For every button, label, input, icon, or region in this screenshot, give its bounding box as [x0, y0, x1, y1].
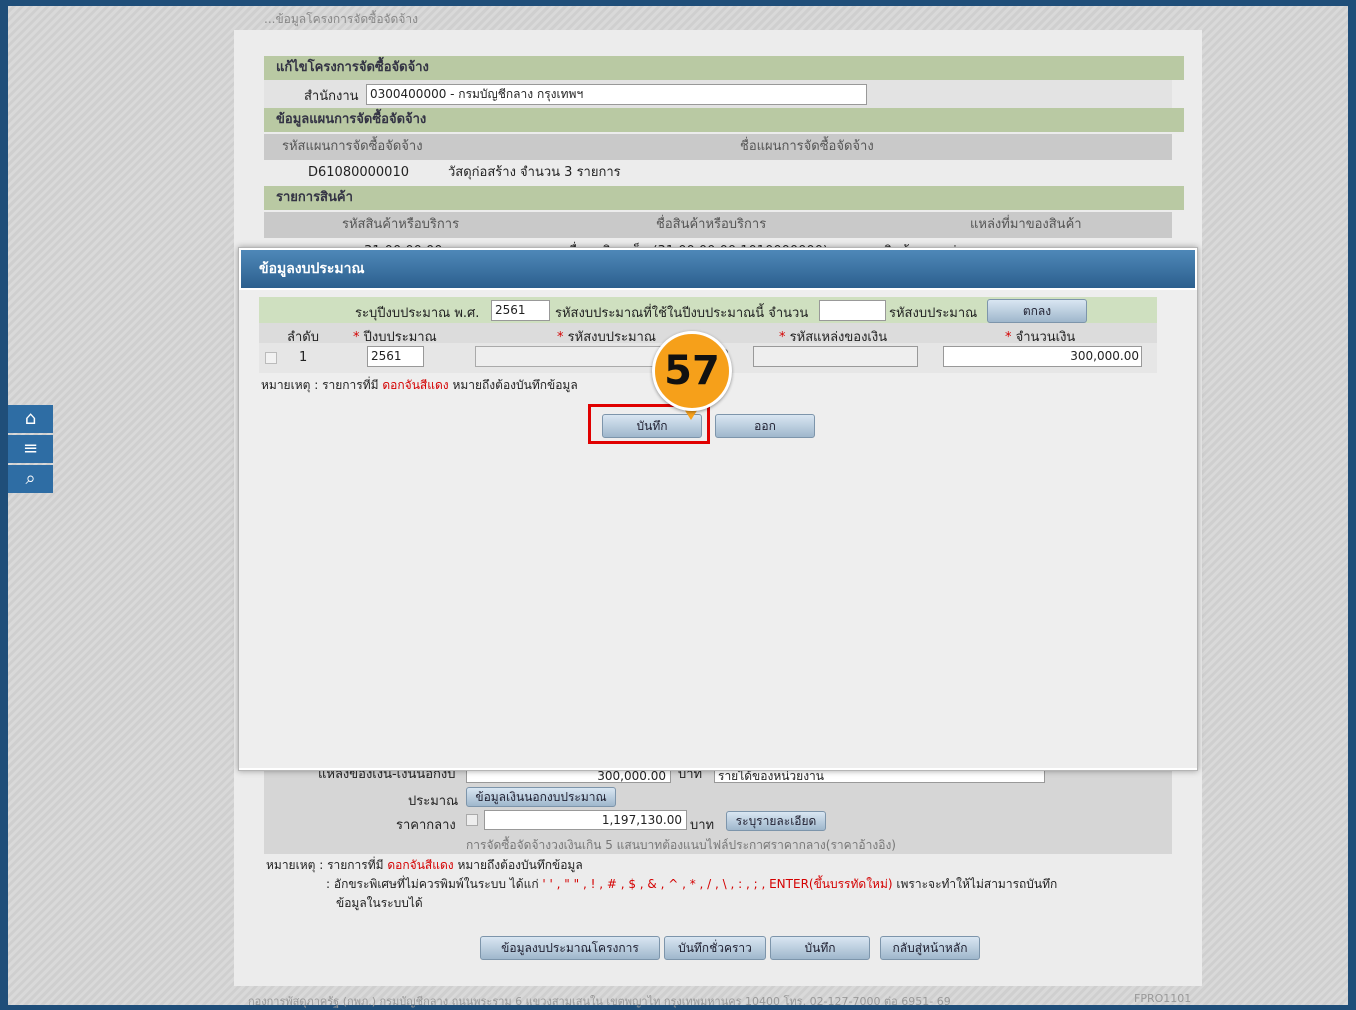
- budget-modal: ข้อมูลงบประมาณ ระบุปีงบประมาณ พ.ศ. 2561 …: [238, 247, 1198, 771]
- modal-note: หมายเหตุ : รายการที่มี ดอกจันสีแดง หมายถ…: [261, 376, 578, 395]
- exit-button[interactable]: ออก: [715, 414, 815, 438]
- home-icon[interactable]: ⌂: [8, 405, 53, 433]
- fund-code-input[interactable]: [753, 346, 918, 367]
- section-items: รายการสินค้า: [264, 186, 1184, 210]
- items-header-code: รหัสสินค้าหรือบริการ: [342, 217, 460, 232]
- plan-table-header: รหัสแผนการจัดซื้อจัดจ้าง ชื่อแผนการจัดซื…: [264, 134, 1172, 160]
- special-chars-note-line2: ข้อมูลในระบบได้: [336, 896, 423, 910]
- search-icon[interactable]: ⌕: [8, 465, 53, 493]
- plan-table-row: D61080000010 วัสดุก่อสร้าง จำนวน 3 รายกา…: [264, 160, 1172, 186]
- count-label: รหัสงบประมาณที่ใช้ในปีงบประมาณนี้ จำนวน: [555, 306, 809, 321]
- form-notes: หมายเหตุ : รายการที่มี ดอกจันสีแดง หมายถ…: [266, 856, 1186, 913]
- year-input[interactable]: 2561: [491, 300, 550, 321]
- note-suffix: หมายถึงต้องบันทึกข้อมูล: [457, 858, 583, 872]
- footer-text: กองการพัสดุภาครัฐ (กพภ.) กรมบัญชีกลาง ถน…: [248, 995, 951, 1008]
- amount-input[interactable]: 300,000.00: [943, 346, 1142, 367]
- special-chars-note: : อักขระพิเศษที่ไม่ควรพิมพ์ในระบบ ได้แก่…: [266, 875, 1186, 894]
- back-home-button[interactable]: กลับสู่หน้าหลัก: [880, 936, 980, 960]
- modal-title: ข้อมูลงบประมาณ: [241, 250, 1195, 288]
- note-prefix: หมายเหตุ : รายการที่มี: [266, 858, 384, 872]
- save-draft-button[interactable]: บันทึกชั่วคราว: [664, 936, 766, 960]
- plan-header-name: ชื่อแผนการจัดซื้อจัดจ้าง: [740, 139, 874, 154]
- median-price-note: การจัดซื้อจัดจ้างวงเงินเกิน 5 แสนบาทต้อง…: [466, 838, 896, 852]
- required-note: หมายเหตุ : รายการที่มี ดอกจันสีแดง หมายถ…: [266, 856, 1186, 875]
- plan-code: D61080000010: [308, 165, 409, 180]
- note2-suffix: เพราะจะทำให้ไม่สามารถบันทึก: [896, 877, 1058, 891]
- budget-source-panel: แหล่งของเงิน-เงินนอกงบ 300,000.00 บาท รา…: [264, 766, 1172, 854]
- office-row: สำนักงาน 0300400000 - กรมบัญชีกลาง กรุงเ…: [264, 80, 1172, 108]
- office-field[interactable]: 0300400000 - กรมบัญชีกลาง กรุงเทพฯ: [366, 84, 867, 105]
- modal-note-prefix: หมายเหตุ : รายการที่มี: [261, 378, 379, 392]
- side-nav: ⌂ ≡ ⌕: [8, 405, 53, 495]
- note-red: ดอกจันสีแดง: [387, 858, 454, 872]
- items-header-source: แหล่งที่มาของสินค้า: [970, 217, 1082, 232]
- median-price-field[interactable]: 1,197,130.00: [484, 810, 687, 830]
- plan-header-code: รหัสแผนการจัดซื้อจัดจ้าง: [282, 139, 423, 154]
- page-heading-partial: ...ข้อมูลโครงการจัดซื้อจัดจ้าง: [264, 12, 418, 26]
- nonbudget-info-button[interactable]: ข้อมูลเงินนอกงบประมาณ: [466, 787, 616, 807]
- row-year-input[interactable]: 2561: [367, 346, 424, 367]
- footer-code: FPRO1101: [1134, 992, 1192, 1005]
- count-unit: รหัสงบประมาณ: [889, 306, 978, 321]
- median-detail-button[interactable]: ระบุรายละเอียด: [726, 811, 826, 831]
- median-price-checkbox[interactable]: [466, 814, 478, 826]
- median-price-label: ราคากลาง: [396, 818, 456, 833]
- ok-button[interactable]: ตกลง: [987, 299, 1087, 323]
- section-edit-project: แก้ไขโครงการจัดซื้อจัดจ้าง: [264, 56, 1184, 80]
- row-checkbox[interactable]: [265, 352, 277, 364]
- project-budget-button[interactable]: ข้อมูลงบประมาณโครงการ: [480, 936, 660, 960]
- modal-note-red: ดอกจันสีแดง: [382, 378, 449, 392]
- items-header-name: ชื่อสินค้าหรือบริการ: [656, 217, 767, 232]
- note2-prefix: : อักขระพิเศษที่ไม่ควรพิมพ์ในระบบ ได้แก่: [326, 877, 539, 891]
- step-marker: 57: [652, 331, 732, 411]
- median-price-unit: บาท: [690, 818, 715, 833]
- year-filter-row: ระบุปีงบประมาณ พ.ศ. 2561 รหัสงบประมาณที่…: [259, 297, 1157, 323]
- section-plan: ข้อมูลแผนการจัดซื้อจัดจ้าง: [264, 108, 1184, 132]
- row-no: 1: [299, 350, 308, 365]
- menu-icon[interactable]: ≡: [8, 435, 53, 463]
- modal-note-suffix: หมายถึงต้องบันทึกข้อมูล: [452, 378, 578, 392]
- note2-red: ' ' , " " , ! , # , $ , & , ^ , * , / , …: [542, 877, 893, 891]
- plan-name: วัสดุก่อสร้าง จำนวน 3 รายการ: [448, 165, 621, 180]
- items-table-header: รหัสสินค้าหรือบริการ ชื่อสินค้าหรือบริกา…: [264, 212, 1172, 238]
- budget-label: ประมาณ: [408, 794, 459, 809]
- count-input[interactable]: [819, 300, 886, 321]
- page-save-button[interactable]: บันทึก: [770, 936, 870, 960]
- office-label: สำนักงาน: [304, 89, 359, 104]
- year-label: ระบุปีงบประมาณ พ.ศ.: [355, 306, 480, 321]
